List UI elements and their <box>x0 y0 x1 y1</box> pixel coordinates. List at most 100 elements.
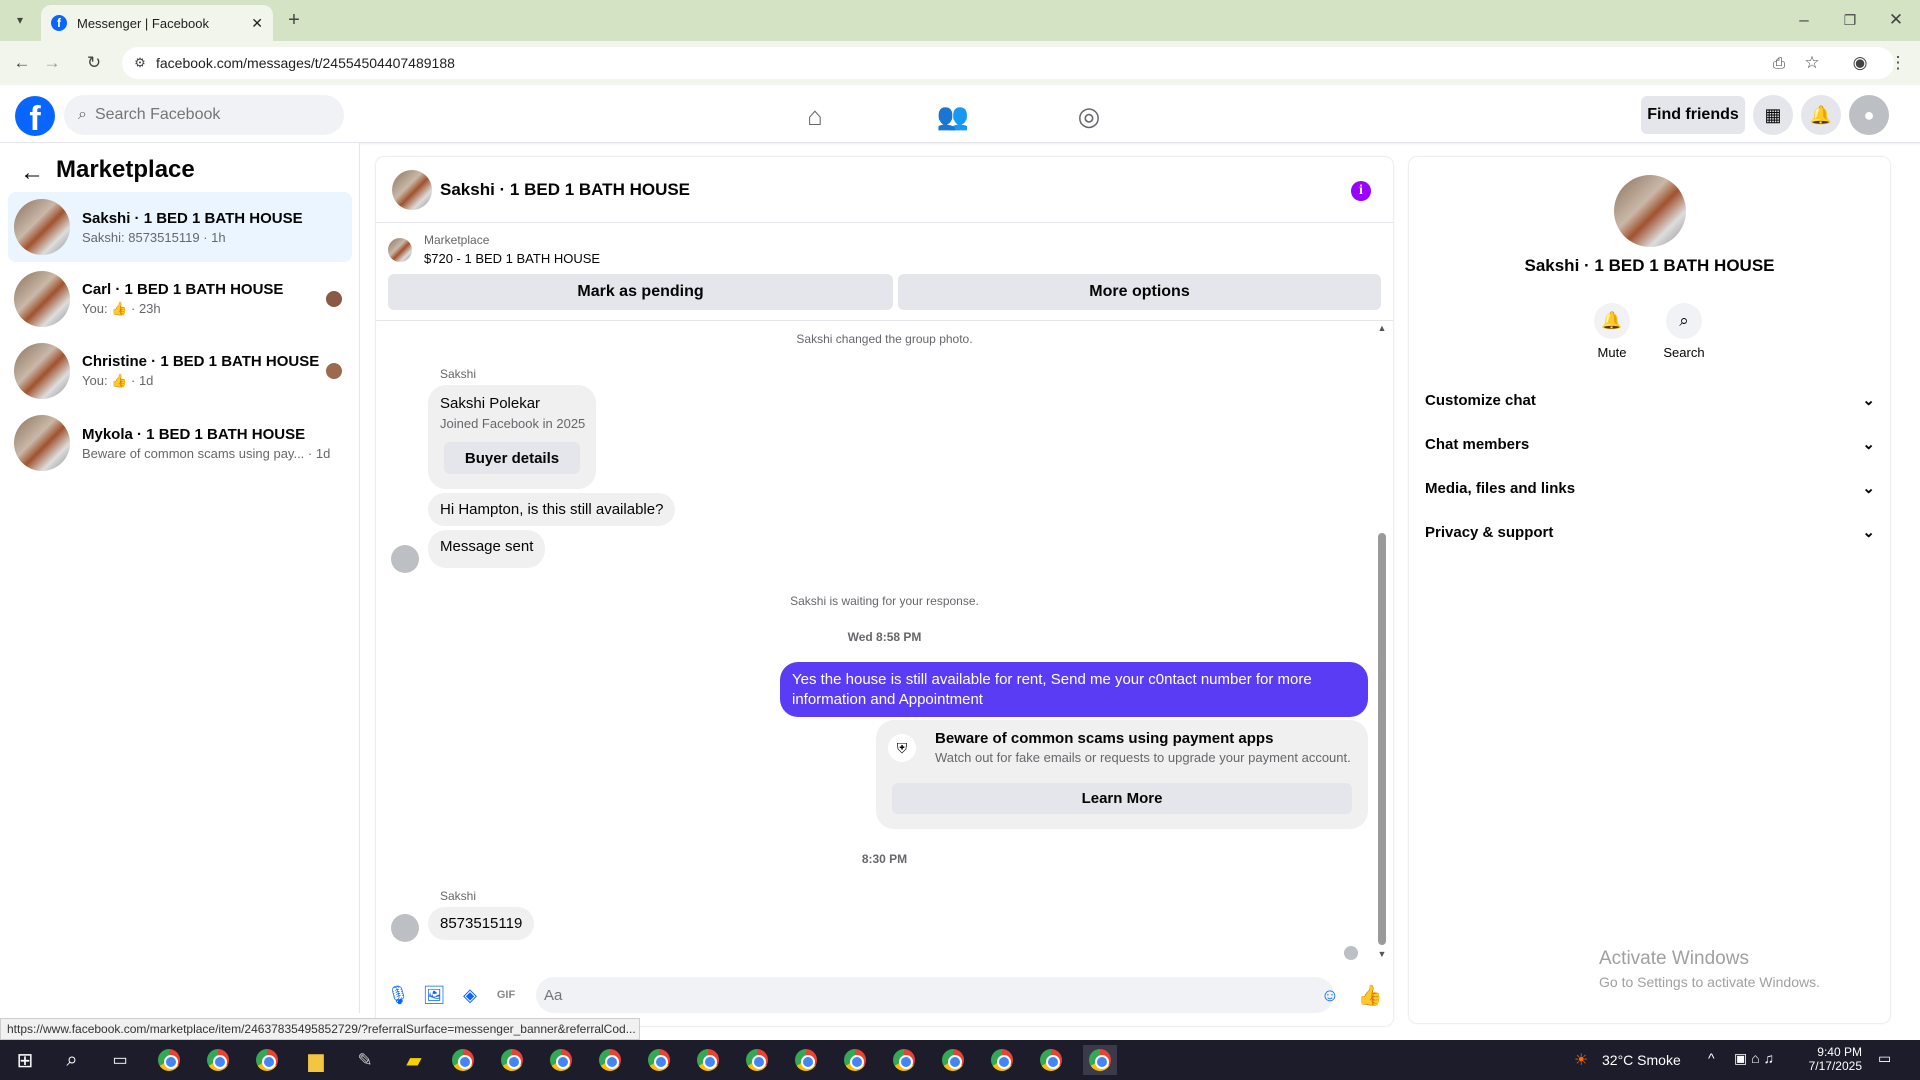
gif-icon[interactable]: GIF <box>494 983 518 1007</box>
taskbar-chrome-icon[interactable] <box>985 1045 1019 1075</box>
more-options-button[interactable]: More options <box>898 274 1381 310</box>
facebook-logo-icon[interactable]: f <box>15 96 55 136</box>
tray-expand-icon[interactable]: ^ <box>1708 1050 1715 1066</box>
tray-icons[interactable]: ▣ ⌂ ♫ <box>1734 1050 1774 1067</box>
taskbar-chrome-icon[interactable] <box>446 1045 480 1075</box>
taskbar-chrome-icon[interactable] <box>495 1045 529 1075</box>
conversation-name: Mykola · 1 BED 1 BATH HOUSE <box>82 425 306 443</box>
search-input[interactable] <box>94 106 295 124</box>
taskbar-chrome-icon[interactable] <box>936 1045 970 1075</box>
taskbar-chrome-icon[interactable] <box>250 1045 284 1075</box>
listing-thumbnail <box>388 237 412 262</box>
taskbar-chrome-icon[interactable] <box>691 1045 725 1075</box>
taskbar-chrome-icon[interactable] <box>152 1045 186 1075</box>
message-composer[interactable] <box>536 977 1334 1013</box>
buyer-details-button[interactable]: Buyer details <box>444 442 580 474</box>
task-view-icon[interactable]: ▭ <box>103 1045 137 1075</box>
microphone-icon[interactable]: 🎙 <box>386 983 410 1007</box>
mute-button[interactable]: 🔔 Mute <box>1582 303 1642 360</box>
minimize-icon[interactable]: – <box>1792 8 1816 32</box>
conversation-item[interactable]: Carl · 1 BED 1 BATH HOUSE You: 👍 · 23h <box>8 264 352 334</box>
clock[interactable]: 9:40 PM 7/17/2025 <box>1808 1045 1862 1073</box>
taskbar-search-icon[interactable]: ⌕ <box>55 1045 89 1075</box>
sender-name: Sakshi <box>440 367 477 381</box>
new-tab-icon[interactable]: + <box>282 8 306 32</box>
browser-menu-icon[interactable]: ⋮ <box>1886 51 1910 75</box>
profile-icon[interactable]: ◉ <box>1848 51 1872 75</box>
weather-text[interactable]: 32°C Smoke <box>1602 1052 1681 1068</box>
sticker-icon[interactable]: ◈ <box>458 983 482 1007</box>
listing-thumbnail <box>14 343 70 399</box>
mark-pending-button[interactable]: Mark as pending <box>388 274 893 310</box>
file-explorer-icon[interactable]: ▆ <box>299 1045 333 1075</box>
accordion-customize-chat[interactable]: Customize chat ⌄ <box>1425 382 1875 418</box>
conversation-item[interactable]: Mykola · 1 BED 1 BATH HOUSE Beware of co… <box>8 408 352 478</box>
account-avatar-icon[interactable]: ● <box>1849 95 1889 135</box>
conversation-name: Carl · 1 BED 1 BATH HOUSE <box>82 281 284 298</box>
accordion-label: Privacy & support <box>1425 523 1554 541</box>
install-app-icon[interactable]: ⎙ <box>1767 51 1791 75</box>
scroll-down-icon[interactable]: ▼ <box>1376 948 1388 960</box>
thumbs-up-send-icon[interactable]: 👍 <box>1358 983 1383 1007</box>
browser-tab[interactable]: f Messenger | Facebook ✕ <box>41 5 273 41</box>
find-friends-button[interactable]: Find friends <box>1641 96 1745 134</box>
attach-photo-icon[interactable]: 🖼 <box>422 983 446 1007</box>
link-status-bar: https://www.facebook.com/marketplace/ite… <box>0 1018 640 1040</box>
taskbar-app-icon[interactable]: ✎ <box>348 1045 382 1075</box>
search-icon: ⌕ <box>1666 303 1702 339</box>
taskbar-chrome-icon[interactable] <box>740 1045 774 1075</box>
search-box[interactable]: ⌕ <box>64 95 344 135</box>
close-tab-icon[interactable]: ✕ <box>251 15 263 32</box>
chat-header[interactable]: Sakshi · 1 BED 1 BATH HOUSE <box>376 157 1393 223</box>
close-window-icon[interactable]: ✕ <box>1884 8 1908 32</box>
taskbar-chrome-icon[interactable] <box>642 1045 676 1075</box>
listing-banner[interactable]: Marketplace $720 - 1 BED 1 BATH HOUSE <box>388 233 600 266</box>
sender-avatar <box>391 914 419 942</box>
chat-info-name: Sakshi · 1 BED 1 BATH HOUSE <box>1524 256 1775 275</box>
accordion-privacy-support[interactable]: Privacy & support ⌄ <box>1425 514 1875 550</box>
facebook-favicon-icon: f <box>51 15 67 31</box>
windows-start-icon[interactable]: ⊞ <box>8 1045 42 1075</box>
sticky-notes-icon[interactable]: ▰ <box>397 1045 431 1075</box>
chat-avatar <box>392 169 432 210</box>
menu-grid-icon[interactable]: ▦ <box>1753 95 1793 135</box>
back-arrow-icon[interactable]: ← <box>18 159 46 187</box>
home-icon[interactable]: ⌂ <box>760 96 870 136</box>
restore-icon[interactable]: ❐ <box>1838 8 1862 32</box>
friends-icon[interactable]: 👥 <box>898 96 1008 136</box>
search-chat-button[interactable]: ⌕ Search <box>1654 303 1714 360</box>
message-input[interactable] <box>544 986 1284 1004</box>
taskbar-chrome-icon-active[interactable] <box>1083 1045 1117 1075</box>
taskbar-chrome-icon[interactable] <box>201 1045 235 1075</box>
conversation-item[interactable]: Christine · 1 BED 1 BATH HOUSE You: 👍 · … <box>8 336 352 406</box>
taskbar-chrome-icon[interactable] <box>887 1045 921 1075</box>
groups-icon[interactable]: ◎ <box>1034 96 1144 136</box>
listing-thumbnail <box>14 271 70 327</box>
chat-scrollbar[interactable] <box>1378 533 1386 945</box>
notification-center-icon[interactable]: ▭ <box>1878 1050 1891 1067</box>
conversation-snippet: Sakshi: 8573515119 · 1h <box>82 229 226 245</box>
site-info-icon[interactable]: ⚙ <box>130 53 150 73</box>
conversation-item[interactable]: Sakshi · 1 BED 1 BATH HOUSE Sakshi: 8573… <box>8 192 352 262</box>
info-icon[interactable]: i <box>1351 181 1371 201</box>
taskbar-chrome-icon[interactable] <box>1034 1045 1068 1075</box>
buyer-name: Sakshi Polekar <box>440 395 541 412</box>
address-bar[interactable]: ⚙ facebook.com/messages/t/24554504407489… <box>122 47 1894 79</box>
scroll-up-icon[interactable]: ▲ <box>1376 322 1388 334</box>
back-icon[interactable]: ← <box>10 51 34 75</box>
taskbar-chrome-icon[interactable] <box>789 1045 823 1075</box>
taskbar-chrome-icon[interactable] <box>544 1045 578 1075</box>
taskbar-chrome-icon[interactable] <box>593 1045 627 1075</box>
forward-icon[interactable]: → <box>40 51 64 75</box>
notifications-bell-icon[interactable]: 🔔 <box>1801 95 1841 135</box>
taskbar-chrome-icon[interactable] <box>838 1045 872 1075</box>
learn-more-button[interactable]: Learn More <box>892 783 1352 814</box>
read-receipt-avatar <box>326 291 342 307</box>
tab-search-chevron-icon[interactable]: ▾ <box>8 8 32 32</box>
bookmark-star-icon[interactable]: ☆ <box>1800 51 1824 75</box>
emoji-icon[interactable]: ☺ <box>1318 983 1342 1007</box>
listing-price: $720 - 1 BED 1 BATH HOUSE <box>424 251 601 266</box>
reload-icon[interactable]: ↻ <box>82 51 106 75</box>
accordion-media-files-links[interactable]: Media, files and links ⌄ <box>1425 470 1875 506</box>
accordion-chat-members[interactable]: Chat members ⌄ <box>1425 426 1875 462</box>
